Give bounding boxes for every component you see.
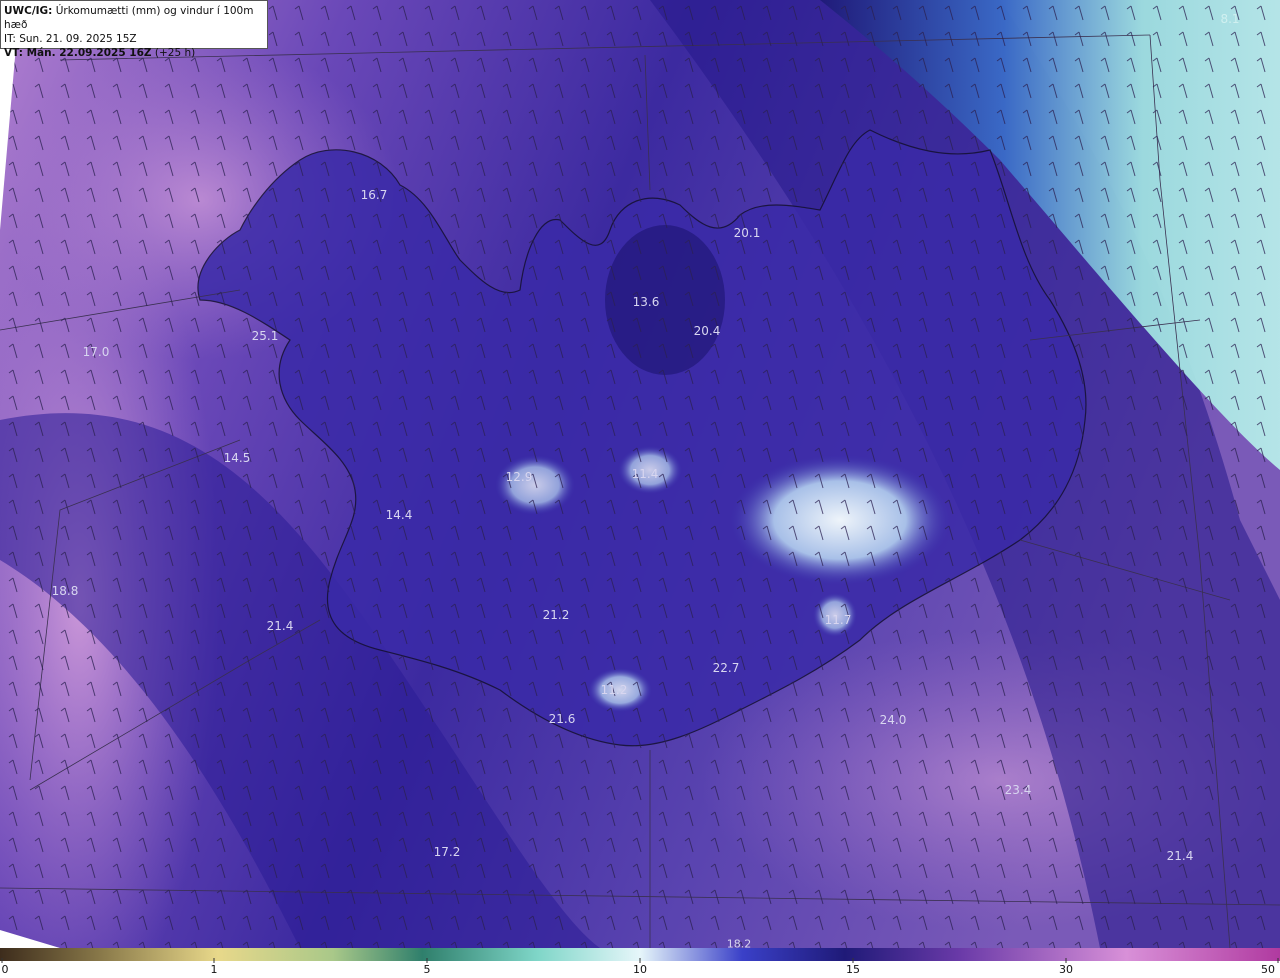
label-12-9: 12.9 <box>505 470 533 484</box>
label-18-8: 18.8 <box>51 584 79 598</box>
label-16-7-nw: 16.7 <box>360 188 388 202</box>
title-line: UWC/IG: Úrkomumætti (mm) og vindur í 100… <box>4 4 264 32</box>
model-name: UWC/IG: <box>4 5 53 17</box>
colorbar-tick-1: 1 <box>210 963 218 976</box>
valid-time-line: VT: Mán. 22.09.2025 16Z (+25 h) <box>4 46 264 60</box>
init-time: IT: Sun. 21. 09. 2025 15Z <box>4 33 137 45</box>
label-14-4: 14.4 <box>385 508 413 522</box>
colorbar-tick-5: 5 <box>423 963 431 976</box>
label-21-4-w: 21.4 <box>266 619 294 633</box>
colorbar-tick-15: 15 <box>846 963 860 976</box>
valid-time: Mán. 22.09.2025 16Z <box>26 47 152 59</box>
label-17-2: 17.2 <box>433 845 461 859</box>
valid-time-prefix: VT: <box>4 47 27 59</box>
colorbar-tick-10: 10 <box>633 963 647 976</box>
label-11-7: 11.7 <box>824 613 852 627</box>
label-21-4-se: 21.4 <box>1166 849 1194 863</box>
label-22-7: 22.7 <box>712 661 740 675</box>
colorbar-tick-50: 50 <box>1261 963 1275 976</box>
label-21-6: 21.6 <box>548 712 576 726</box>
label-24-0: 24.0 <box>879 713 907 727</box>
colorbar-tick-0: 0 <box>1 963 9 976</box>
lead-time: (+25 h) <box>151 47 196 59</box>
label-17-0: 17.0 <box>82 345 110 359</box>
label-11-2: 11.2 <box>600 683 628 697</box>
label-13-6: 13.6 <box>632 295 660 309</box>
colorbar-tick-30: 30 <box>1059 963 1073 976</box>
label-20-1: 20.1 <box>733 226 761 240</box>
label-25-1: 25.1 <box>251 329 279 343</box>
label-21-2: 21.2 <box>542 608 570 622</box>
label-11-4: 11.4 <box>631 467 659 481</box>
label-8-1: 8.1 <box>1220 12 1240 26</box>
label-20-4: 20.4 <box>693 324 721 338</box>
info-box: UWC/IG: Úrkomumætti (mm) og vindur í 100… <box>0 0 268 59</box>
label-23-4: 23.4 <box>1004 783 1032 797</box>
label-14-5: 14.5 <box>223 451 251 465</box>
